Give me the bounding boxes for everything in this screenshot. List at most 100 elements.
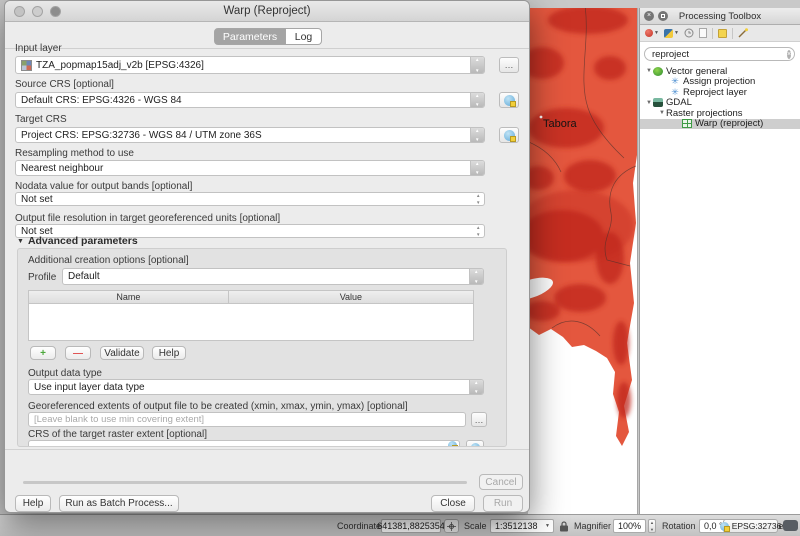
combo-stepper[interactable] bbox=[470, 57, 484, 73]
source-crs-combobox[interactable]: Default CRS: EPSG:4326 - WGS 84 bbox=[15, 92, 485, 108]
scale-combobox[interactable]: 1:3512138▼ bbox=[490, 519, 554, 533]
combo-stepper[interactable] bbox=[470, 128, 484, 142]
magnifier-field[interactable]: 100% bbox=[613, 519, 646, 533]
status-bar: Coordinate 641381,8825354 Scale 1:351213… bbox=[0, 514, 800, 536]
run-as-batch-button[interactable]: Run as Batch Process... bbox=[59, 495, 179, 512]
options-icon[interactable] bbox=[718, 29, 727, 38]
chevron-down-icon: ▼ bbox=[545, 523, 553, 529]
target-crs-combobox[interactable]: Project CRS: EPSG:32736 - WGS 84 / UTM z… bbox=[15, 127, 485, 143]
validate-button[interactable]: Validate bbox=[100, 346, 144, 360]
lock-scale-icon[interactable] bbox=[559, 521, 569, 532]
gdal-provider-icon bbox=[653, 98, 663, 107]
tree-item-reproject-layer[interactable]: ✳ Reproject layer bbox=[640, 87, 800, 98]
tree-group-raster-projections[interactable]: ▼ Raster projections bbox=[640, 108, 800, 119]
combo-stepper[interactable] bbox=[470, 93, 484, 107]
tree-item-label: Raster projections bbox=[666, 108, 743, 119]
remove-option-button[interactable]: — bbox=[65, 346, 91, 360]
run-button[interactable]: Run bbox=[483, 495, 523, 512]
output-type-label: Output data type bbox=[28, 368, 102, 379]
clear-search-icon[interactable]: × bbox=[787, 50, 791, 59]
creation-help-button[interactable]: Help bbox=[152, 346, 186, 360]
tab-log[interactable]: Log bbox=[286, 28, 322, 45]
toolbar-separator bbox=[712, 28, 713, 39]
chevron-down-icon[interactable]: ▼ bbox=[645, 100, 653, 106]
extents-input[interactable] bbox=[28, 412, 466, 427]
tree-item-assign-projection[interactable]: ✳ Assign projection bbox=[640, 77, 800, 88]
spin-arrows[interactable] bbox=[475, 193, 484, 205]
models-icon[interactable]: ▼ bbox=[645, 29, 659, 37]
history-icon[interactable] bbox=[684, 28, 694, 38]
resampling-combobox[interactable]: Nearest neighbour bbox=[15, 160, 485, 176]
crs-status-button[interactable]: EPSG:32736 bbox=[723, 519, 778, 533]
source-crs-label: Source CRS [optional] bbox=[15, 79, 114, 90]
nodata-spinbox[interactable]: Not set bbox=[15, 192, 485, 206]
raster-layer bbox=[528, 8, 638, 514]
target-extent-crs-field[interactable] bbox=[28, 440, 460, 447]
place-label-tabora: Tabora bbox=[543, 118, 577, 130]
tree-item-label: Assign projection bbox=[683, 76, 755, 87]
wand-icon[interactable] bbox=[738, 28, 749, 38]
close-icon[interactable]: × bbox=[644, 11, 654, 21]
tree-item-warp-reproject[interactable]: Warp (reproject) bbox=[640, 119, 800, 130]
results-icon[interactable] bbox=[699, 28, 707, 38]
algorithm-icon: ✳ bbox=[670, 77, 680, 86]
magnifier-stepper[interactable] bbox=[648, 519, 656, 533]
select-crs-button[interactable] bbox=[499, 92, 519, 108]
close-button[interactable]: Close bbox=[431, 495, 475, 512]
cancel-button[interactable]: Cancel bbox=[479, 474, 523, 490]
combo-stepper[interactable] bbox=[469, 269, 483, 284]
globe-icon bbox=[448, 441, 457, 447]
add-option-button[interactable]: + bbox=[30, 346, 56, 360]
spin-arrows[interactable] bbox=[475, 225, 484, 237]
browse-layers-button[interactable]: … bbox=[499, 57, 519, 73]
chevron-down-icon[interactable]: ▼ bbox=[658, 110, 666, 116]
help-button[interactable]: Help bbox=[15, 495, 51, 512]
tree-item-label: GDAL bbox=[666, 97, 692, 108]
globe-icon bbox=[471, 443, 480, 448]
advanced-parameters-header[interactable]: ▼ Advanced parameters bbox=[17, 235, 138, 247]
advanced-parameters-panel: Additional creation options [optional] P… bbox=[17, 248, 507, 447]
toolbox-header: Processing Toolbox × bbox=[640, 8, 800, 25]
tree-item-label: Reproject layer bbox=[683, 87, 747, 98]
map-canvas[interactable]: Tabora bbox=[528, 8, 638, 514]
tab-parameters[interactable]: Parameters bbox=[214, 28, 286, 45]
output-type-combobox[interactable]: Use input layer data type bbox=[28, 379, 484, 395]
coordinate-label: Coordinate bbox=[337, 521, 381, 531]
dialog-titlebar[interactable]: Warp (Reproject) bbox=[5, 1, 529, 22]
table-header: Name Value bbox=[29, 291, 473, 304]
raster-layer-icon bbox=[21, 60, 32, 71]
creation-options-table[interactable]: Name Value bbox=[28, 290, 474, 341]
float-panel-icon[interactable] bbox=[658, 11, 668, 21]
python-scripts-icon[interactable]: ▼ bbox=[664, 29, 679, 38]
nodata-label: Nodata value for output bands [optional] bbox=[15, 181, 192, 192]
combo-stepper[interactable] bbox=[470, 161, 484, 175]
profile-combobox[interactable]: Default bbox=[62, 268, 484, 285]
tree-group-gdal[interactable]: ▼ GDAL bbox=[640, 98, 800, 109]
tab-bar: Parameters Log bbox=[5, 22, 529, 48]
extents-label: Georeferenced extents of output file to … bbox=[28, 401, 408, 412]
resampling-label: Resampling method to use bbox=[15, 148, 134, 159]
search-input[interactable] bbox=[649, 49, 787, 60]
input-layer-combobox[interactable]: TZA_popmap15adj_v2b [EPSG:4326] bbox=[15, 56, 485, 74]
qgis-provider-icon bbox=[653, 67, 663, 76]
progress-bar bbox=[23, 481, 467, 484]
warp-algorithm-icon bbox=[682, 119, 692, 128]
chevron-down-icon[interactable]: ▼ bbox=[645, 68, 653, 74]
combo-stepper[interactable] bbox=[469, 380, 483, 394]
creation-options-label: Additional creation options [optional] bbox=[28, 255, 189, 266]
select-crs-button[interactable] bbox=[466, 440, 484, 447]
rotation-label: Rotation bbox=[662, 521, 696, 531]
column-header-value: Value bbox=[229, 291, 473, 303]
extents-browse-button[interactable]: … bbox=[471, 412, 487, 427]
select-crs-button[interactable] bbox=[499, 127, 519, 143]
divider bbox=[5, 48, 529, 49]
globe-icon bbox=[504, 130, 515, 141]
tree-group-vector-general[interactable]: ▼ Vector general bbox=[640, 66, 800, 77]
messages-icon[interactable] bbox=[783, 520, 798, 531]
divider bbox=[5, 449, 529, 450]
coordinate-field[interactable]: 641381,8825354 bbox=[381, 519, 441, 533]
extents-tracking-icon[interactable] bbox=[444, 519, 459, 533]
magnifier-label: Magnifier bbox=[574, 521, 611, 531]
tree-item-label: Vector general bbox=[666, 66, 727, 77]
toolbox-search[interactable]: × bbox=[644, 47, 795, 61]
